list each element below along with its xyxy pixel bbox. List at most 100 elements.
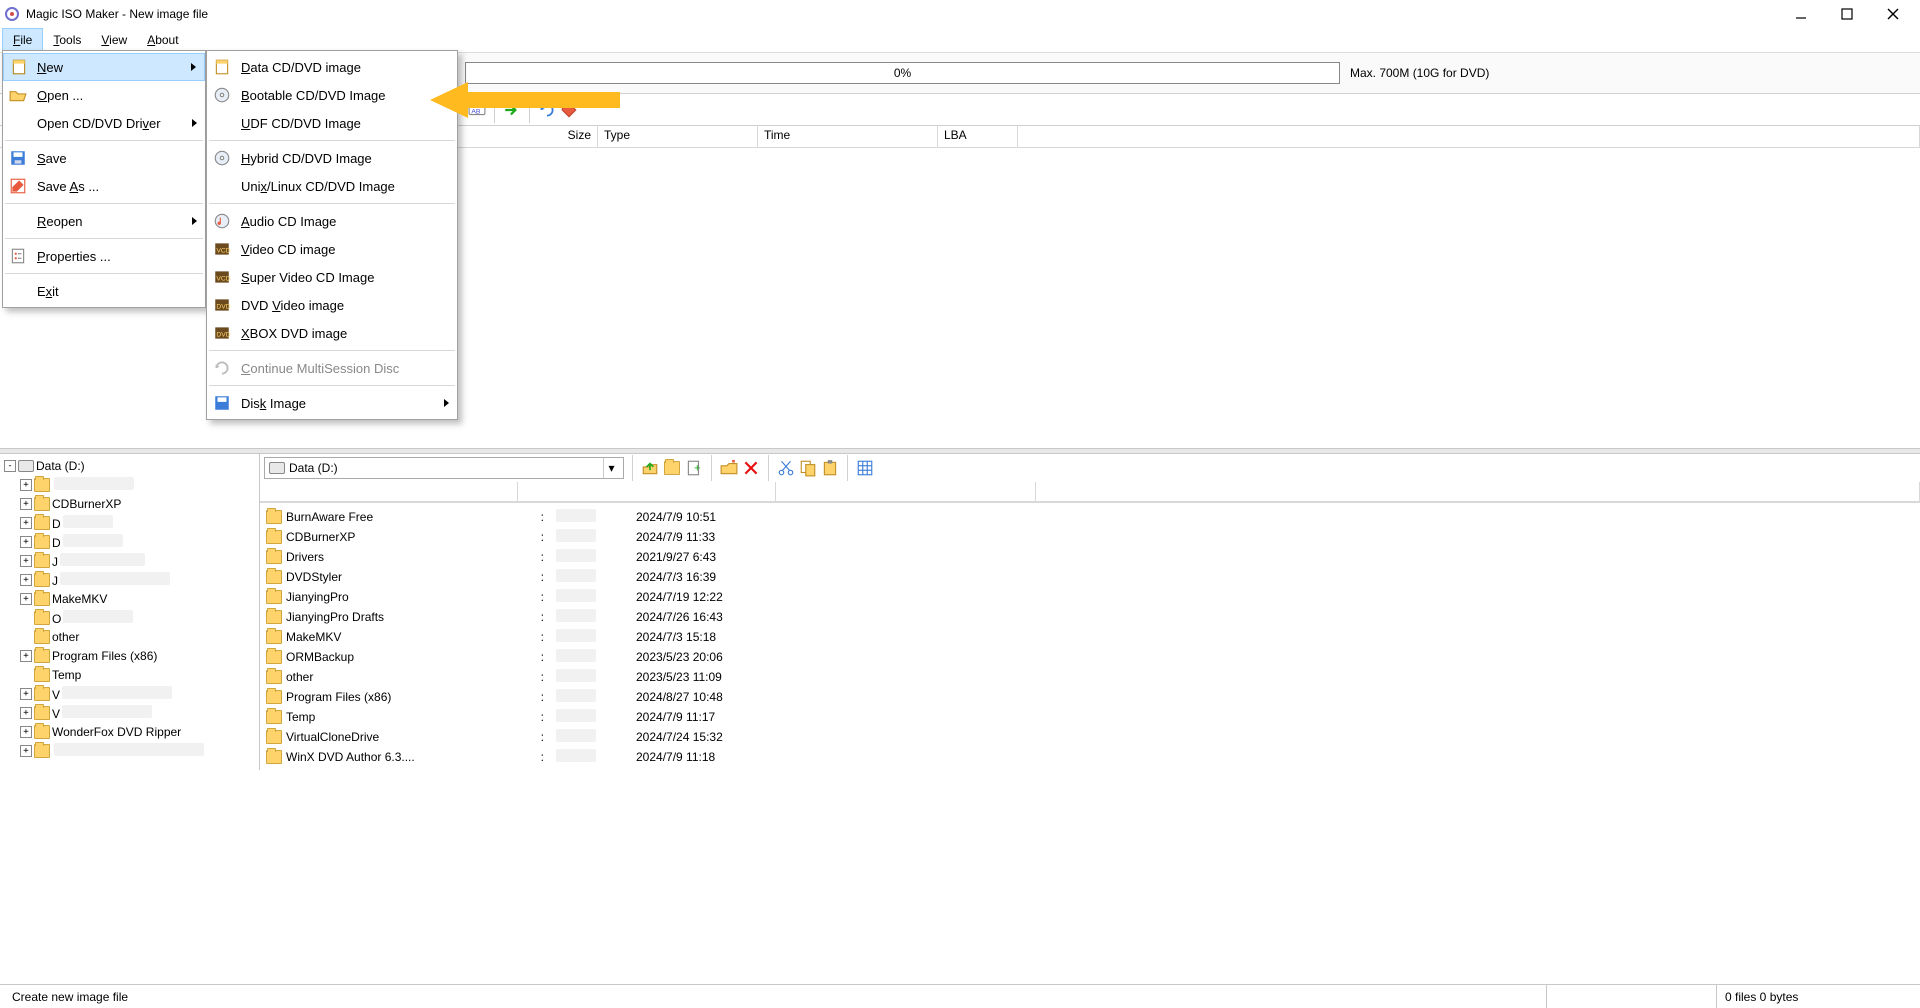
tree-item[interactable]: +CDBurnerXP	[0, 494, 259, 513]
submenu-hybrid-cd-dvd-image[interactable]: Hybrid CD/DVD Image	[207, 144, 457, 172]
expand-icon[interactable]: -	[4, 460, 16, 472]
paste-icon[interactable]	[821, 459, 839, 477]
col-size[interactable]: Size	[458, 126, 598, 147]
expand-icon[interactable]: +	[20, 536, 32, 548]
tree-item[interactable]: +V	[0, 684, 259, 703]
file-reopen[interactable]: Reopen	[3, 207, 205, 235]
expand-icon[interactable]: +	[20, 517, 32, 529]
file-row[interactable]: JianyingPro:2024/7/19 12:22	[260, 587, 1920, 607]
chevron-right-icon	[192, 119, 197, 127]
col-lba[interactable]: LBA	[938, 126, 1018, 147]
col-redacted[interactable]	[518, 482, 776, 501]
tree-item[interactable]: +Program Files (x86)	[0, 646, 259, 665]
expand-icon[interactable]: +	[20, 688, 32, 700]
expand-icon[interactable]: +	[20, 726, 32, 738]
expand-icon[interactable]: +	[20, 574, 32, 586]
file-row[interactable]: VirtualCloneDrive:2024/7/24 15:32	[260, 727, 1920, 747]
file-save-as[interactable]: Save As ...	[3, 172, 205, 200]
expand-icon[interactable]: +	[20, 555, 32, 567]
expand-icon[interactable]: +	[20, 745, 32, 757]
menu-tools[interactable]: Tools	[43, 28, 91, 52]
expand-icon[interactable]: +	[20, 498, 32, 510]
menu-file[interactable]: File	[2, 28, 43, 52]
tree-item[interactable]: other	[0, 627, 259, 646]
file-row[interactable]: Temp:2024/7/9 11:17	[260, 707, 1920, 727]
file-row[interactable]: CDBurnerXP:2024/7/9 11:33	[260, 527, 1920, 547]
new-folder-icon[interactable]	[720, 459, 738, 477]
submenu-super-video-cd-image[interactable]: VCDSuper Video CD Image	[207, 263, 457, 291]
tree-label: D	[52, 534, 123, 550]
file-row[interactable]: BurnAware Free:2024/7/9 10:51	[260, 507, 1920, 527]
tree-item[interactable]: +V	[0, 703, 259, 722]
file-open-driver[interactable]: Open CD/DVD Driver	[3, 109, 205, 137]
maximize-button[interactable]	[1824, 0, 1870, 28]
folder-tree[interactable]: -Data (D:)++CDBurnerXP+D+D+J+J+MakeMKVOo…	[0, 454, 259, 770]
submenu-xbox-dvd-image[interactable]: DVDXBOX DVD image	[207, 319, 457, 347]
expand-icon[interactable]: +	[20, 479, 32, 491]
file-row[interactable]: WinX DVD Author 6.3....:2024/7/9 11:18	[260, 747, 1920, 767]
expand-icon[interactable]: +	[20, 593, 32, 605]
file-new[interactable]: New	[3, 53, 205, 81]
tree-item[interactable]: +WonderFox DVD Ripper	[0, 722, 259, 741]
menu-view[interactable]: View	[91, 28, 137, 52]
submenu-dvd-video-image[interactable]: DVDDVD Video image	[207, 291, 457, 319]
delete-icon[interactable]	[742, 459, 760, 477]
tree-item[interactable]: +D	[0, 532, 259, 551]
folder-icon[interactable]	[663, 459, 681, 477]
tree-item[interactable]: +MakeMKV	[0, 589, 259, 608]
col-name[interactable]	[260, 482, 518, 501]
submenu-audio-cd-image[interactable]: Audio CD Image	[207, 207, 457, 235]
submenu-udf-cd-dvd-image[interactable]: UDF CD/DVD Image	[207, 109, 457, 137]
folder-tree-panel: -Data (D:)++CDBurnerXP+D+D+J+J+MakeMKVOo…	[0, 454, 260, 770]
tree-item[interactable]: +	[0, 741, 259, 760]
file-save[interactable]: Save	[3, 144, 205, 172]
submenu-bootable-cd-dvd-image[interactable]: Bootable CD/DVD Image	[207, 81, 457, 109]
path-combo[interactable]: Data (D:) ▾	[264, 457, 624, 479]
menu-about[interactable]: About	[137, 28, 188, 52]
file-open[interactable]: Open ...	[3, 81, 205, 109]
tree-item[interactable]: +J	[0, 570, 259, 589]
file-exit[interactable]: Exit	[3, 277, 205, 305]
copy-icon[interactable]	[799, 459, 817, 477]
close-button[interactable]	[1870, 0, 1916, 28]
submenu-unix-linux-cd-dvd-image[interactable]: Unix/Linux CD/DVD Image	[207, 172, 457, 200]
file-row[interactable]: Program Files (x86):2024/8/27 10:48	[260, 687, 1920, 707]
new-page-icon	[10, 58, 28, 76]
tree-item[interactable]: Temp	[0, 665, 259, 684]
file-row[interactable]: DVDStyler:2024/7/3 16:39	[260, 567, 1920, 587]
expand-icon[interactable]: +	[20, 707, 32, 719]
titlebar: Magic ISO Maker - New image file	[0, 0, 1920, 28]
new-doc-icon[interactable]: +	[685, 459, 703, 477]
col-time[interactable]: Time	[758, 126, 938, 147]
file-row[interactable]: other:2023/5/23 11:09	[260, 667, 1920, 687]
cut-icon[interactable]	[777, 459, 795, 477]
file-row[interactable]: ORMBackup:2023/5/23 20:06	[260, 647, 1920, 667]
status-mid	[1546, 985, 1716, 1008]
chevron-down-icon[interactable]: ▾	[603, 458, 619, 478]
disk-icon	[213, 394, 231, 412]
tree-item[interactable]: -Data (D:)	[0, 456, 259, 475]
expand-icon[interactable]: +	[20, 650, 32, 662]
tree-label: Temp	[52, 668, 81, 682]
tree-item[interactable]: +J	[0, 551, 259, 570]
grid-view-icon[interactable]	[856, 459, 874, 477]
submenu-data-cd-dvd-image[interactable]: Data CD/DVD image	[207, 53, 457, 81]
file-properties[interactable]: Properties ...	[3, 242, 205, 270]
tree-item[interactable]: +	[0, 475, 259, 494]
file-row[interactable]: JianyingPro Drafts:2024/7/26 16:43	[260, 607, 1920, 627]
col-spacer[interactable]	[776, 482, 1036, 501]
up-folder-icon[interactable]	[641, 459, 659, 477]
file-list[interactable]: BurnAware Free:2024/7/9 10:51CDBurnerXP:…	[260, 502, 1920, 770]
tree-label: J	[52, 553, 145, 569]
tree-item[interactable]: +D	[0, 513, 259, 532]
file-row[interactable]: Drivers:2021/9/27 6:43	[260, 547, 1920, 567]
minimize-button[interactable]	[1778, 0, 1824, 28]
drive-icon	[269, 462, 285, 474]
col-type[interactable]: Type	[598, 126, 758, 147]
vcd-icon: VCD	[213, 240, 231, 258]
submenu-video-cd-image[interactable]: VCDVideo CD image	[207, 235, 457, 263]
progress-max: Max. 700M (10G for DVD)	[1346, 66, 1489, 80]
tree-item[interactable]: O	[0, 608, 259, 627]
file-row[interactable]: MakeMKV:2024/7/3 15:18	[260, 627, 1920, 647]
submenu-disk-image[interactable]: Disk Image	[207, 389, 457, 417]
